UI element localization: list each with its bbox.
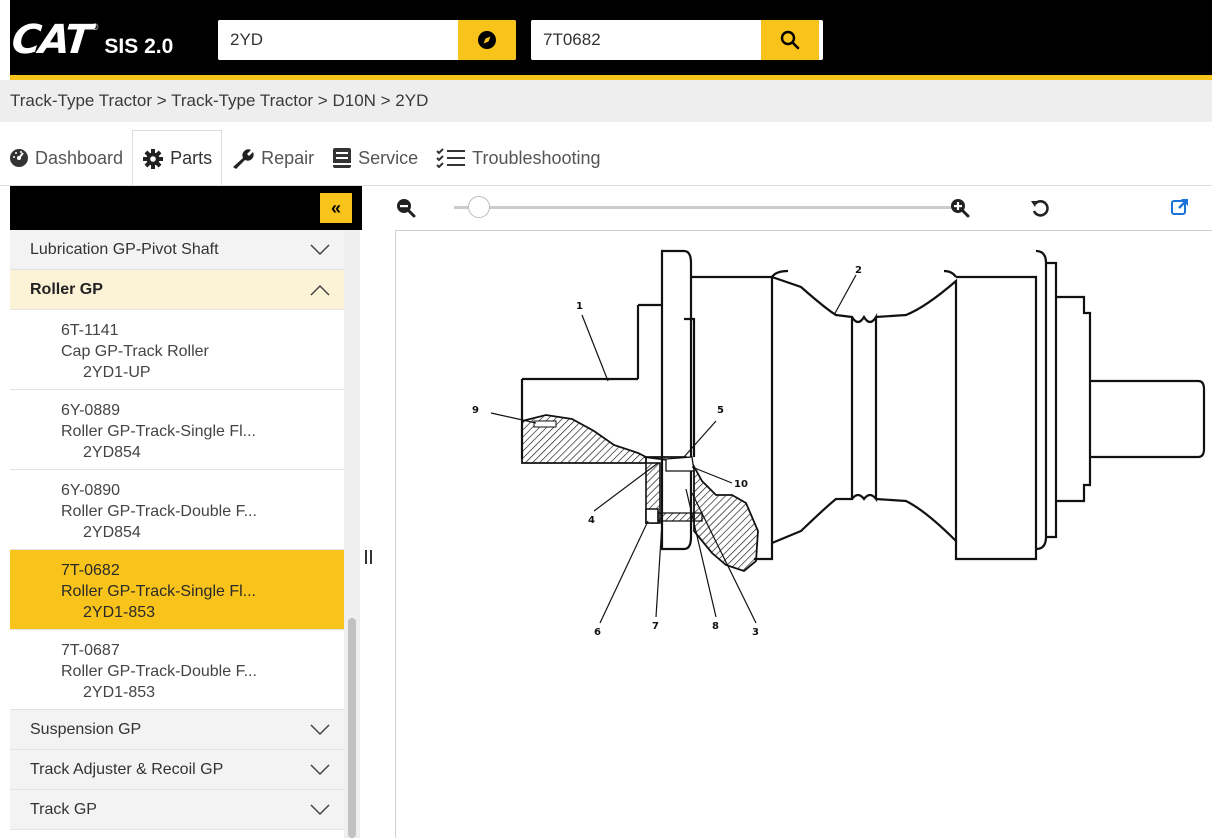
tab-dashboard-label: Dashboard xyxy=(35,147,124,168)
zoom-in-icon[interactable] xyxy=(950,198,970,218)
sidebar-group-roller[interactable]: Roller GP xyxy=(10,270,344,310)
tab-troubleshooting-label: Troubleshooting xyxy=(472,147,601,168)
chevron-up-icon xyxy=(310,284,330,296)
sidebar-group-label: Suspension GP xyxy=(30,720,142,738)
collapse-sidebar-button[interactable]: « xyxy=(320,193,352,223)
sidebar-list: Lubrication GP-Pivot Shaft Roller GP 6T-… xyxy=(10,230,344,830)
zoom-slider-thumb[interactable] xyxy=(467,196,490,218)
sidebar-group-label: Track GP xyxy=(30,800,97,818)
list-item[interactable]: 6T-1141 Cap GP-Track Roller 2YD1-UP xyxy=(10,310,344,390)
zoom-out-icon[interactable] xyxy=(396,198,416,218)
serial-range: 2YD854 xyxy=(83,524,141,541)
tab-parts-label: Parts xyxy=(170,148,213,168)
part-search-input[interactable] xyxy=(531,20,761,60)
logo-text: CAT xyxy=(9,17,93,63)
callout-4[interactable]: 4 xyxy=(588,515,595,526)
serial-range: 2YD1-853 xyxy=(83,684,156,701)
list-item-selected[interactable]: 7T-0682 Roller GP-Track-Single Fl... 2YD… xyxy=(10,550,344,630)
part-search-box xyxy=(531,20,823,60)
callout-1[interactable]: 1 xyxy=(576,301,583,312)
serial-range: 2YD1-UP xyxy=(83,364,151,381)
callout-5[interactable]: 5 xyxy=(717,405,724,416)
viewer-toolbar xyxy=(380,186,1212,230)
parts-sidebar: « Lubrication GP-Pivot Shaft Roller GP 6… xyxy=(0,186,362,838)
app-name: SIS 2.0 xyxy=(104,35,174,58)
top-bar: CAT ® SIS 2.0 xyxy=(10,0,1212,80)
sidebar-group-track-adjuster[interactable]: Track Adjuster & Recoil GP xyxy=(10,750,344,790)
part-number: 6Y-0890 xyxy=(61,482,121,499)
tab-dashboard[interactable]: Dashboard xyxy=(0,130,132,186)
cat-logo[interactable]: CAT ® SIS 2.0 xyxy=(9,17,174,63)
tab-repair[interactable]: Repair xyxy=(222,130,323,186)
sidebar-group-label: Track Adjuster & Recoil GP xyxy=(30,760,224,778)
callout-8[interactable]: 8 xyxy=(712,621,719,632)
tab-parts[interactable]: Parts xyxy=(132,130,223,186)
sidebar-group-label: Lubrication GP-Pivot Shaft xyxy=(30,240,219,258)
sidebar-group-label: Roller GP xyxy=(30,280,103,298)
tab-service-label: Service xyxy=(358,147,419,168)
roller-illustration: 1 2 3 4 5 6 7 8 9 10 xyxy=(472,249,1206,638)
sidebar-group-lubrication[interactable]: Lubrication GP-Pivot Shaft xyxy=(10,230,344,270)
serial-search-box xyxy=(218,20,516,60)
chevron-down-icon xyxy=(310,243,330,255)
part-name: Roller GP-Track-Single Fl... xyxy=(61,423,256,440)
part-number: 7T-0687 xyxy=(61,642,120,659)
list-item[interactable]: 7T-0687 Roller GP-Track-Double F... 2YD1… xyxy=(10,630,344,710)
part-number: 6T-1141 xyxy=(61,322,119,339)
checklist-icon xyxy=(436,148,466,168)
callout-9[interactable]: 9 xyxy=(472,405,479,416)
part-name: Cap GP-Track Roller xyxy=(61,343,209,360)
chevron-down-icon xyxy=(310,803,330,815)
open-external-icon[interactable] xyxy=(1170,197,1190,217)
sidebar-group-suspension[interactable]: Suspension GP xyxy=(10,710,344,750)
chevron-down-icon xyxy=(310,723,330,735)
sidebar-scroll-thumb[interactable] xyxy=(348,618,356,838)
part-name: Roller GP-Track-Double F... xyxy=(61,503,257,520)
search-button[interactable] xyxy=(761,20,819,60)
sidebar-scrollbar[interactable] xyxy=(344,230,360,838)
wrench-icon xyxy=(233,149,254,169)
callout-10[interactable]: 10 xyxy=(734,479,748,490)
sidebar-header: « xyxy=(10,186,362,230)
callout-7[interactable]: 7 xyxy=(652,621,659,632)
list-item[interactable]: 6Y-0889 Roller GP-Track-Single Fl... 2YD… xyxy=(10,390,344,470)
search-icon xyxy=(780,30,800,50)
zoom-slider[interactable] xyxy=(454,206,952,209)
compass-button[interactable] xyxy=(458,20,516,60)
logo-registered-mark: ® xyxy=(91,22,99,32)
tab-troubleshooting[interactable]: Troubleshooting xyxy=(427,130,609,186)
pane-resize-handle[interactable] xyxy=(365,550,373,570)
serial-range: 2YD854 xyxy=(83,444,141,461)
book-icon xyxy=(333,148,352,168)
parts-illustration-viewer[interactable]: 1 2 3 4 5 6 7 8 9 10 xyxy=(395,230,1212,838)
part-name: Roller GP-Track-Single Fl... xyxy=(61,583,256,600)
tab-bar: Dashboard Parts Repair Service Troublesh… xyxy=(0,130,610,186)
list-item[interactable]: 6Y-0890 Roller GP-Track-Double F... 2YD8… xyxy=(10,470,344,550)
part-name: Roller GP-Track-Double F... xyxy=(61,663,257,680)
sidebar-group-track[interactable]: Track GP xyxy=(10,790,344,830)
part-number: 7T-0682 xyxy=(61,562,120,579)
callout-3[interactable]: 3 xyxy=(752,627,759,638)
breadcrumb[interactable]: Track-Type Tractor > Track-Type Tractor … xyxy=(0,80,1212,122)
dashboard-icon xyxy=(10,149,28,167)
tab-service[interactable]: Service xyxy=(323,130,427,186)
part-number: 6Y-0889 xyxy=(61,402,121,419)
callout-2[interactable]: 2 xyxy=(855,265,862,276)
gear-icon xyxy=(143,148,164,169)
serial-search-input[interactable] xyxy=(218,20,458,60)
chevron-down-icon xyxy=(310,763,330,775)
compass-icon xyxy=(478,31,496,49)
reset-rotate-icon[interactable] xyxy=(1030,198,1050,218)
serial-range: 2YD1-853 xyxy=(83,604,156,621)
callout-6[interactable]: 6 xyxy=(594,627,601,638)
tab-repair-label: Repair xyxy=(261,147,315,168)
